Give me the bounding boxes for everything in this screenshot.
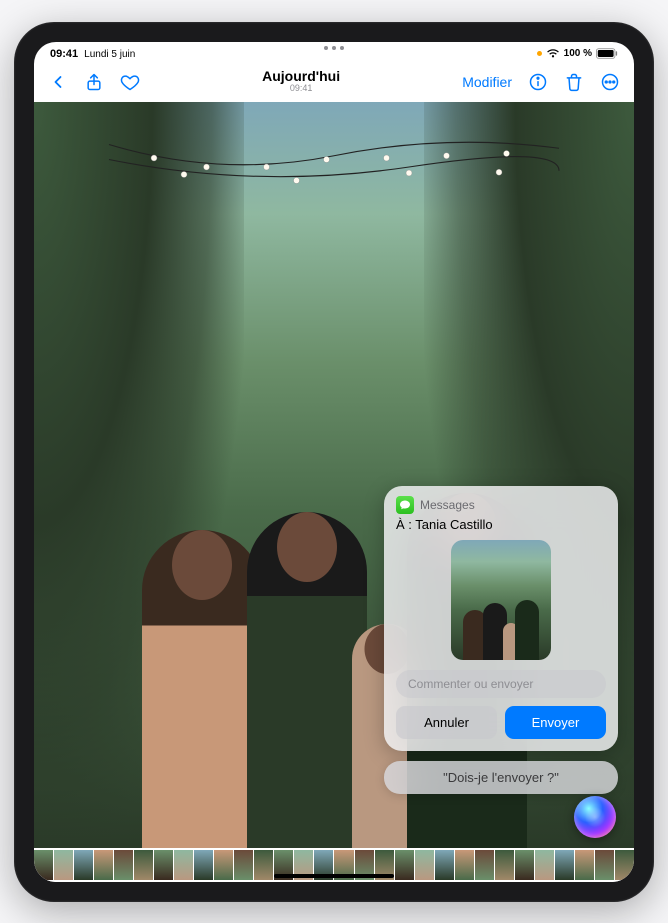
battery-percentage: 100 % xyxy=(564,48,592,59)
thumbnail[interactable] xyxy=(495,850,514,880)
back-button[interactable] xyxy=(48,72,68,92)
siri-photo-preview[interactable] xyxy=(396,540,606,660)
thumbnail[interactable] xyxy=(435,850,454,880)
page-subtitle: 09:41 xyxy=(262,84,340,94)
battery-icon xyxy=(596,48,618,59)
thumbnail[interactable] xyxy=(395,850,414,880)
siri-cancel-button[interactable]: Annuler xyxy=(396,706,497,739)
thumbnail[interactable] xyxy=(475,850,494,880)
page-title: Aujourd'hui xyxy=(262,69,340,84)
thumbnail[interactable] xyxy=(555,850,574,880)
thumbnail[interactable] xyxy=(535,850,554,880)
thumbnail[interactable] xyxy=(214,850,233,880)
siri-messages-card: Messages À : Tania Castillo Commenter xyxy=(384,486,618,751)
thumbnail[interactable] xyxy=(415,850,434,880)
thumbnail[interactable] xyxy=(114,850,133,880)
thumbnail[interactable] xyxy=(234,850,253,880)
thumbnail[interactable] xyxy=(254,850,273,880)
screen: 09:41 Lundi 5 juin 100 % xyxy=(34,42,634,882)
info-button[interactable] xyxy=(528,72,548,92)
thumbnail[interactable] xyxy=(455,850,474,880)
status-date: Lundi 5 juin xyxy=(84,49,135,60)
thumbnail[interactable] xyxy=(515,850,534,880)
siri-overlay: Messages À : Tania Castillo Commenter xyxy=(384,486,618,794)
photos-toolbar: Aujourd'hui 09:41 Modifier xyxy=(34,64,634,102)
thumbnail[interactable] xyxy=(595,850,614,880)
thumbnail[interactable] xyxy=(74,850,93,880)
status-bar: 09:41 Lundi 5 juin 100 % xyxy=(34,42,634,64)
favorite-button[interactable] xyxy=(120,72,140,92)
wifi-icon xyxy=(546,48,560,59)
thumbnail[interactable] xyxy=(575,850,594,880)
home-indicator[interactable] xyxy=(274,874,394,878)
siri-comment-field[interactable]: Commenter ou envoyer xyxy=(396,670,606,698)
thumbnail[interactable] xyxy=(94,850,113,880)
messages-app-icon xyxy=(396,496,414,514)
more-button[interactable] xyxy=(600,72,620,92)
siri-recipient-name: Tania Castillo xyxy=(415,517,492,532)
siri-send-button[interactable]: Envoyer xyxy=(505,706,606,739)
delete-button[interactable] xyxy=(564,72,584,92)
ipad-device-frame: 09:41 Lundi 5 juin 100 % xyxy=(14,22,654,902)
siri-recipient-line: À : Tania Castillo xyxy=(396,517,606,532)
string-lights-decoration xyxy=(34,137,634,197)
thumbnail[interactable] xyxy=(134,850,153,880)
thumbnail[interactable] xyxy=(54,850,73,880)
modify-button[interactable]: Modifier xyxy=(462,74,512,90)
photo-viewer[interactable]: Messages À : Tania Castillo Commenter xyxy=(34,102,634,848)
thumbnail[interactable] xyxy=(194,850,213,880)
mic-indicator-dot xyxy=(537,51,542,56)
status-time: 09:41 xyxy=(50,48,78,60)
thumbnail[interactable] xyxy=(154,850,173,880)
thumbnail[interactable] xyxy=(34,850,53,880)
thumbnail[interactable] xyxy=(174,850,193,880)
siri-recipient-prefix: À : xyxy=(396,517,412,532)
siri-app-name: Messages xyxy=(420,498,475,512)
thumbnail[interactable] xyxy=(615,850,634,880)
share-button[interactable] xyxy=(84,72,104,92)
siri-user-query: "Dois-je l'envoyer ?" xyxy=(384,761,618,794)
siri-orb-button[interactable] xyxy=(574,796,616,838)
